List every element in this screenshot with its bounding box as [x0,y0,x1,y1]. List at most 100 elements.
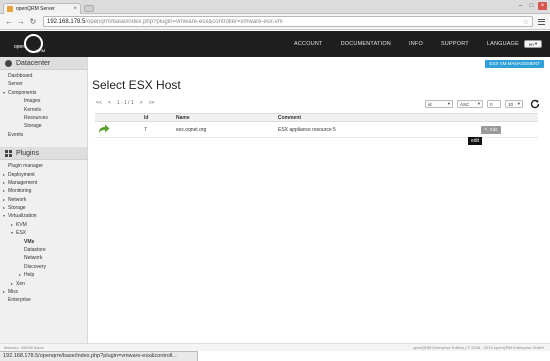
collapsed-triangle-icon[interactable]: ▸ [3,204,5,212]
offset-input[interactable]: 0 [487,100,501,108]
row-action-cell: ✎ Edit [478,121,538,138]
language-value: en [528,41,534,47]
collapsed-triangle-icon[interactable]: ▸ [3,196,5,204]
limit-select[interactable]: 10 ▾ [505,100,523,108]
nav-info[interactable]: INFO [400,41,432,47]
expanded-triangle-icon[interactable]: ▾ [11,229,13,237]
plugin-discovery[interactable]: Discovery [0,263,87,271]
collapsed-triangle-icon[interactable]: ▸ [19,271,21,279]
plugin-enterprise[interactable]: Enterprise [0,296,87,304]
nav-account[interactable]: ACCOUNT [285,41,332,47]
row-comment: ESX appliance resource 5 [275,121,478,138]
top-navigation: ACCOUNT DOCUMENTATION INFO SUPPORT LANGU… [285,31,542,57]
plugin-help[interactable]: ▸ Help [0,271,87,279]
nav-documentation[interactable]: DOCUMENTATION [332,41,400,47]
browser-tabbar: openQRM Server × – □ × [0,0,550,14]
nav-item-label: Network [24,255,43,262]
dc-events[interactable]: Events [0,131,87,139]
address-bar[interactable]: 192.168.178.5 /openqrm/base/index.php?pl… [43,16,533,27]
plugin-plugin-manager[interactable]: Plugin manager [0,162,87,170]
plugin-kvm[interactable]: ▸ KVM [0,221,87,229]
datacenter-header[interactable]: Datacenter [0,57,87,70]
column-header-icon [95,113,141,122]
reload-icon[interactable]: ↻ [28,17,38,27]
collapsed-triangle-icon[interactable]: ▸ [3,179,5,187]
bookmark-star-icon[interactable]: ☆ [523,18,529,26]
openqrm-logo[interactable]: open QRM [12,34,52,54]
language-select[interactable]: en ▾ [524,40,542,48]
select-arrow-icon[interactable] [98,124,110,134]
nav-item-label: Plugin manager [8,163,44,170]
nav-item-label: Xen [16,280,25,287]
plugin-esx[interactable]: ▾ ESX [0,229,87,237]
collapsed-triangle-icon[interactable]: ▸ [3,187,5,195]
plugin-management[interactable]: ▸ Management [0,179,87,187]
maximize-icon[interactable]: □ [527,2,536,10]
dc-images[interactable]: Images [0,97,87,105]
plugins-nav: Plugin manager ▸ Deployment ▸ Management ▸ Mon… [0,160,87,307]
pencil-icon: ✎ [484,126,488,132]
page-title: Select ESX Host [92,78,181,92]
plugin-vms[interactable]: VMs [0,238,87,246]
window-close-icon[interactable]: × [538,2,547,10]
nav-item-label: Network [8,196,27,203]
datacenter-title: Datacenter [16,59,51,67]
dc-dashboard[interactable]: Dashboard [0,72,87,80]
plugin-storage[interactable]: ▸ Storage [0,204,87,212]
nav-item-label: Deployment [8,171,35,178]
nav-item-label: Enterprise [8,297,31,304]
column-header-comment[interactable]: Comment [275,113,478,122]
plugin-xen[interactable]: ▸ Xen [0,280,87,288]
dc-kernels[interactable]: Kernels [0,106,87,114]
plugin-datastore[interactable]: Datastore [0,246,87,254]
collapsed-triangle-icon[interactable]: ▸ [11,280,13,288]
plugin-network[interactable]: ▸ Network [0,196,87,204]
plugin-virtualization[interactable]: ▾ Virtualization [0,212,87,220]
refresh-icon[interactable] [530,99,540,109]
dc-server[interactable]: Server [0,80,87,88]
nav-item-label: Virtualization [8,213,37,220]
collapsed-triangle-icon[interactable]: ▸ [3,288,5,296]
collapsed-triangle-icon[interactable]: ▸ [3,171,5,179]
dc-components[interactable]: ▾ Components [0,89,87,97]
sort-field-select[interactable]: id ▾ [425,100,453,108]
expanded-triangle-icon[interactable]: ▾ [3,89,5,97]
sort-field-value: id [428,101,432,107]
tab-close-icon[interactable]: × [73,6,77,12]
nav-item-label: Storage [8,205,26,212]
nav-item-label: Events [8,131,24,138]
dc-resources[interactable]: Resources [0,114,87,122]
table-row[interactable]: 7 esx.oqnet.org ESX appliance resource 5… [95,121,538,138]
browser-tab[interactable]: openQRM Server × [3,3,81,14]
prev-page-button[interactable]: < [108,100,111,106]
back-icon[interactable]: ← [4,17,14,27]
expanded-triangle-icon[interactable]: ▾ [3,212,5,220]
nav-support[interactable]: SUPPORT [432,41,478,47]
nav-item-label: Images [24,98,41,105]
collapsed-triangle-icon[interactable]: ▸ [11,221,13,229]
plugin-monitoring[interactable]: ▸ Monitoring [0,187,87,195]
chevron-down-icon: ▾ [517,101,520,106]
column-header-name[interactable]: Name [173,113,275,122]
plugins-header[interactable]: Plugins [0,147,87,161]
limit-value: 10 [508,101,514,107]
next-page-button[interactable]: > [140,100,143,106]
last-page-button[interactable]: >> [149,100,155,106]
plugin-misc[interactable]: ▸ Misc [0,288,87,296]
first-page-button[interactable]: << [96,100,102,106]
edit-tooltip: edit [468,137,483,145]
plugin-deployment[interactable]: ▸ Deployment [0,171,87,179]
sort-order-select[interactable]: ASC ▾ [457,100,483,108]
browser-menu-icon[interactable] [536,17,546,27]
nav-item-label: Help [24,272,35,279]
plugin-network[interactable]: Network [0,254,87,262]
minimize-icon[interactable]: – [516,2,525,10]
esx-vm-management-button[interactable]: ESX VM MANAGEMENT [485,60,544,68]
dc-storage[interactable]: Storage [0,122,87,130]
logo-text-open: open [14,44,26,50]
new-tab-button[interactable] [84,5,94,12]
nav-item-label: Components [8,89,37,96]
forward-icon[interactable]: → [16,17,26,27]
edit-button[interactable]: ✎ Edit [481,125,501,134]
column-header-id[interactable]: Id [141,113,173,122]
